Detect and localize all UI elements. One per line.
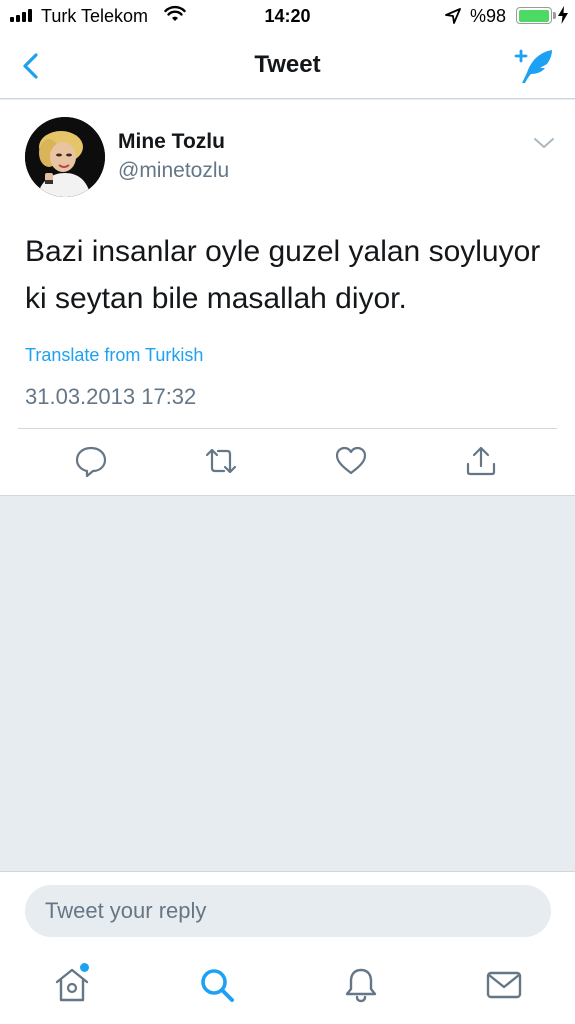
like-icon[interactable] xyxy=(334,444,368,478)
messages-icon[interactable] xyxy=(484,965,524,1005)
location-icon xyxy=(445,8,461,24)
compose-tweet-icon[interactable] xyxy=(510,46,556,86)
avatar[interactable] xyxy=(25,117,105,197)
author-name[interactable]: Mine Tozlu xyxy=(118,130,225,154)
tweet-text: Bazi insanlar oyle guzel yalan soyluyor … xyxy=(25,228,555,322)
search-icon[interactable] xyxy=(197,965,237,1005)
share-icon[interactable] xyxy=(464,444,498,478)
reply-input[interactable] xyxy=(25,885,551,937)
tab-bar xyxy=(0,947,575,1024)
battery-level xyxy=(518,9,549,22)
author-handle[interactable]: @minetozlu xyxy=(118,159,229,183)
tweet-timestamp: 31.03.2013 17:32 xyxy=(25,384,197,409)
notifications-icon[interactable] xyxy=(341,965,381,1005)
tweet-text-line: ki seytan bile masallah diyor. xyxy=(25,282,407,315)
divider xyxy=(18,428,557,429)
page-title: Tweet xyxy=(254,51,321,78)
battery-icon xyxy=(516,7,552,24)
reply-icon[interactable] xyxy=(74,444,108,478)
tweet-card: Mine Tozlu @minetozlu Bazi insanlar oyle… xyxy=(0,100,575,496)
translate-link[interactable]: Translate from Turkish xyxy=(25,345,203,366)
reply-bar xyxy=(0,871,575,947)
tweet-text-line: Bazi insanlar oyle guzel yalan soyluyor xyxy=(25,235,541,268)
retweet-icon[interactable] xyxy=(204,444,238,478)
status-bar: Turk Telekom 14:20 %98 xyxy=(0,0,575,32)
new-content-indicator xyxy=(80,963,89,972)
charging-icon xyxy=(558,6,568,24)
nav-bar: Tweet xyxy=(0,32,575,99)
battery-percent: %98 xyxy=(470,6,507,26)
battery-tip xyxy=(553,12,556,19)
chevron-down-icon[interactable] xyxy=(532,134,556,152)
